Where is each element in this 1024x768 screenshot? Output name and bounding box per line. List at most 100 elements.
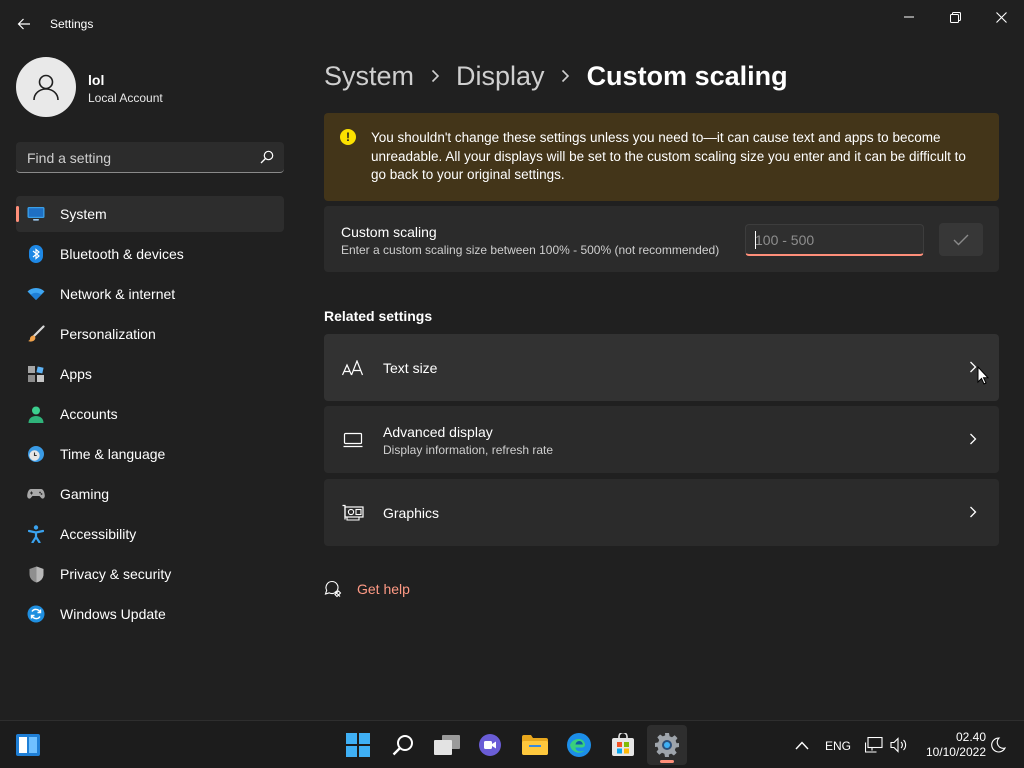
- advanced-display-row[interactable]: Advanced display Display information, re…: [324, 406, 999, 473]
- warning-text: You shouldn't change these settings unle…: [371, 130, 966, 182]
- network-icon: [865, 737, 883, 753]
- sidebar-item-label: Privacy & security: [60, 566, 172, 582]
- chevron-right-icon: [970, 361, 977, 373]
- settings-taskbar-button[interactable]: [647, 725, 687, 765]
- avatar[interactable]: [16, 57, 76, 117]
- breadcrumb: System Display Custom scaling: [324, 58, 788, 94]
- update-icon: [27, 605, 45, 623]
- warning-banner: ! You shouldn't change these settings un…: [324, 113, 999, 201]
- breadcrumb-system[interactable]: System: [324, 61, 414, 92]
- moon-icon: [991, 737, 1006, 753]
- sidebar-item-bluetooth[interactable]: Bluetooth & devices: [16, 236, 284, 272]
- restore-icon: [949, 11, 961, 23]
- text-caret: [755, 231, 756, 249]
- chevron-right-icon: [545, 69, 587, 83]
- user-name: lol: [88, 72, 105, 88]
- sidebar-item-gaming[interactable]: Gaming: [16, 476, 284, 512]
- show-hidden-icons-button[interactable]: [782, 725, 822, 765]
- chevron-up-icon: [795, 740, 809, 749]
- volume-icon: [890, 737, 907, 753]
- clock[interactable]: 02.40 10/10/2022: [916, 730, 986, 760]
- custom-scaling-title: Custom scaling: [341, 224, 437, 240]
- close-icon: [995, 11, 1007, 23]
- sidebar-item-label: Accessibility: [60, 526, 137, 542]
- network-status-button[interactable]: [862, 725, 886, 765]
- teams-chat-button[interactable]: [470, 725, 510, 765]
- clock-date: 10/10/2022: [925, 745, 986, 759]
- row-title: Graphics: [383, 505, 440, 521]
- edge-icon: [567, 733, 591, 757]
- microsoft-store-button[interactable]: [603, 725, 643, 765]
- gear-icon: [655, 733, 679, 757]
- custom-scaling-card: Custom scaling Enter a custom scaling si…: [324, 206, 999, 272]
- sidebar-item-time-language[interactable]: Time & language: [16, 436, 284, 472]
- custom-scaling-input[interactable]: 100 - 500: [745, 224, 924, 256]
- sidebar-item-label: Time & language: [60, 446, 166, 462]
- sidebar: lol Local Account Find a setting System …: [0, 48, 300, 708]
- checkmark-icon: [953, 234, 969, 245]
- sidebar-item-apps[interactable]: Apps: [16, 356, 284, 392]
- page-title: Custom scaling: [586, 60, 788, 91]
- custom-scaling-placeholder: 100 - 500: [755, 232, 815, 248]
- minimize-button[interactable]: [886, 4, 932, 30]
- row-title: Text size: [383, 360, 438, 376]
- language-indicator[interactable]: ENG: [825, 739, 851, 753]
- file-explorer-button[interactable]: [515, 725, 555, 765]
- focus-assist-button[interactable]: [986, 725, 1010, 765]
- title-bar: Settings: [0, 0, 1024, 48]
- task-view-button[interactable]: [427, 725, 467, 765]
- widgets-button[interactable]: [8, 725, 48, 765]
- close-button[interactable]: [978, 4, 1024, 30]
- taskbar-search-button[interactable]: [383, 725, 423, 765]
- search-input[interactable]: Find a setting: [16, 142, 284, 173]
- apps-icon: [27, 365, 45, 383]
- breadcrumb-display[interactable]: Display: [456, 61, 545, 92]
- search-icon[interactable]: [260, 150, 274, 164]
- sidebar-item-label: Bluetooth & devices: [60, 246, 184, 262]
- sidebar-item-accessibility[interactable]: Accessibility: [16, 516, 284, 552]
- volume-button[interactable]: [887, 725, 911, 765]
- text-size-row[interactable]: Text size: [324, 334, 999, 401]
- person-icon: [33, 74, 59, 101]
- account-type: Local Account: [88, 91, 163, 105]
- search-icon: [392, 735, 413, 756]
- monitor-icon: [341, 429, 365, 451]
- sidebar-item-accounts[interactable]: Accounts: [16, 396, 284, 432]
- mouse-cursor-icon: [977, 366, 989, 385]
- graphics-row[interactable]: Graphics: [324, 479, 999, 546]
- sidebar-item-label: Windows Update: [60, 606, 166, 622]
- active-indicator: [16, 206, 19, 222]
- person-icon: [27, 405, 45, 423]
- edge-browser-button[interactable]: [559, 725, 599, 765]
- store-icon: [612, 733, 634, 756]
- sidebar-item-network[interactable]: Network & internet: [16, 276, 284, 312]
- sidebar-item-personalization[interactable]: Personalization: [16, 316, 284, 352]
- gamepad-icon: [27, 485, 45, 503]
- row-subtitle: Display information, refresh rate: [383, 443, 554, 457]
- sidebar-item-label: Accounts: [60, 406, 118, 422]
- help-chat-icon: [324, 580, 342, 598]
- clock-globe-icon: [27, 445, 45, 463]
- row-title: Advanced display: [383, 424, 493, 440]
- text-size-icon: [341, 357, 365, 379]
- related-settings-heading: Related settings: [324, 308, 433, 324]
- warning-icon: !: [340, 129, 356, 145]
- start-button[interactable]: [338, 725, 378, 765]
- chat-icon: [479, 734, 501, 756]
- chevron-right-icon: [414, 69, 456, 83]
- sidebar-item-privacy[interactable]: Privacy & security: [16, 556, 284, 592]
- restore-button[interactable]: [932, 4, 978, 30]
- brush-icon: [27, 325, 45, 343]
- taskbar: ENG 02.40 10/10/2022: [0, 720, 1024, 768]
- back-button[interactable]: [12, 12, 36, 36]
- sidebar-item-system[interactable]: System: [16, 196, 284, 232]
- shield-icon: [27, 565, 45, 583]
- widgets-icon: [16, 734, 40, 756]
- sidebar-nav: System Bluetooth & devices Network & int…: [16, 196, 284, 636]
- get-help-link[interactable]: Get help: [324, 579, 410, 599]
- wifi-icon: [27, 285, 45, 303]
- graphics-card-icon: [341, 502, 365, 524]
- apply-button[interactable]: [939, 223, 983, 256]
- minimize-icon: [904, 16, 914, 18]
- sidebar-item-windows-update[interactable]: Windows Update: [16, 596, 284, 632]
